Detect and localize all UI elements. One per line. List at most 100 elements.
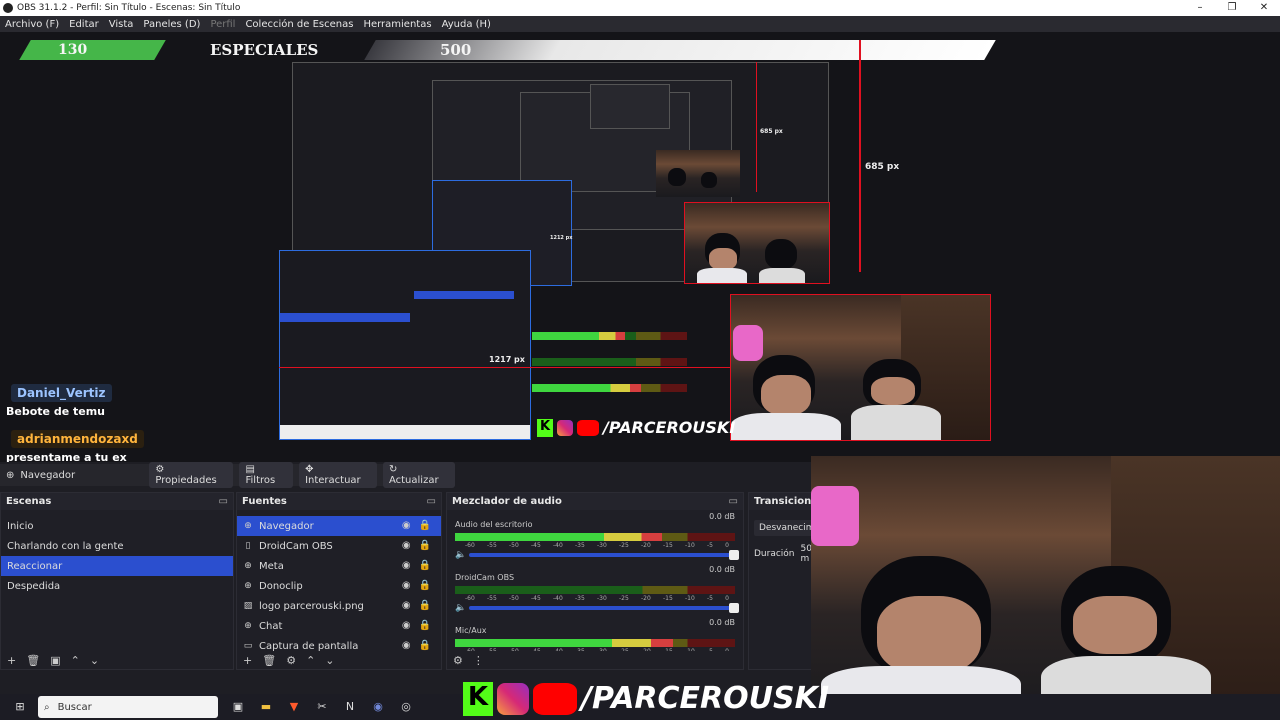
volume-slider[interactable] — [469, 550, 739, 560]
measure-label-width: 1217 px — [489, 355, 525, 364]
mixer-dock-title: Mezclador de audio ▭ — [447, 493, 743, 510]
meter-tick-label: -30 — [597, 595, 607, 602]
globe-icon: ⊕ — [244, 561, 252, 571]
menu-editar[interactable]: Editar — [64, 19, 104, 30]
meter-tick-label: -60 — [465, 542, 475, 549]
source-item-donoclip[interactable]: ⊕ Donoclip ◉ 🔒 — [237, 576, 441, 596]
menu-ayuda[interactable]: Ayuda (H) — [437, 19, 496, 30]
nested-selected-source — [414, 291, 514, 299]
lock-icon[interactable]: 🔒 — [419, 540, 431, 551]
remove-source-icon[interactable]: 🗑 — [262, 654, 276, 667]
mixer-menu-icon[interactable]: ⋮ — [473, 654, 484, 667]
transition-select[interactable]: Desvanecimie — [754, 520, 811, 536]
add-scene-icon[interactable]: + — [7, 654, 16, 667]
eye-icon[interactable]: ◉ — [402, 620, 411, 631]
source-item-droidcam[interactable]: ▯ DroidCam OBS ◉ 🔒 — [237, 536, 441, 556]
properties-button[interactable]: ⚙ Propiedades — [149, 462, 234, 488]
move-down-icon[interactable]: ⌄ — [325, 654, 334, 667]
obs-taskbar-icon[interactable]: ◎ — [398, 699, 414, 715]
lock-icon[interactable]: 🔒 — [419, 640, 431, 651]
eye-icon[interactable]: ◉ — [402, 540, 411, 551]
menu-paneles[interactable]: Paneles (D) — [138, 19, 205, 30]
meter-tick-label: 0 — [725, 542, 729, 549]
undock-icon[interactable]: ▭ — [427, 496, 436, 507]
measure-label-width-nested: 1212 px — [550, 235, 573, 241]
undock-icon[interactable]: ▭ — [219, 496, 228, 507]
close-button[interactable]: ✕ — [1248, 0, 1280, 16]
scene-item-reaccionar[interactable]: Reaccionar — [1, 556, 233, 576]
windows-start-icon[interactable]: ⊞ — [12, 699, 28, 715]
monitor-icon: ▭ — [243, 641, 253, 651]
eye-icon[interactable]: ◉ — [402, 560, 411, 571]
measure-line-horizontal — [279, 367, 731, 368]
lock-icon[interactable]: 🔒 — [419, 600, 431, 611]
scene-item-inicio[interactable]: Inicio — [1, 516, 233, 536]
youtube-icon — [533, 682, 577, 715]
properties-label: Propiedades — [155, 475, 217, 486]
menu-coleccion-escenas[interactable]: Colección de Escenas — [240, 19, 358, 30]
notion-icon[interactable]: N — [342, 699, 358, 715]
filters-button[interactable]: ▤ Filtros — [239, 462, 294, 488]
eye-icon[interactable]: ◉ — [402, 600, 411, 611]
sources-dock: Fuentes ▭ ⊕ Navegador ◉ 🔒 ▯ DroidCam OBS ◉ 🔒 ⊕ M… — [236, 492, 442, 670]
lock-icon[interactable]: 🔒 — [419, 560, 431, 571]
instagram-icon — [497, 682, 529, 715]
menu-archivo[interactable]: Archivo (F) — [0, 19, 64, 30]
source-item-navegador[interactable]: ⊕ Navegador ◉ 🔒 — [237, 516, 441, 536]
file-explorer-icon[interactable]: ▬ — [258, 699, 274, 715]
menu-perfil[interactable]: Perfil — [205, 19, 240, 30]
meter-tick-label: -35 — [575, 595, 585, 602]
score-green-bar — [19, 40, 166, 60]
move-down-icon[interactable]: ⌄ — [90, 654, 99, 667]
meter-tick-label: -20 — [641, 542, 651, 549]
mixer-channel-droidcam: DroidCam OBS 0.0 dB -60 -55 -50 -45 -40 -35 -3… — [447, 563, 743, 616]
webcam-feed[interactable] — [730, 294, 991, 441]
move-up-icon[interactable]: ⌃ — [306, 654, 315, 667]
chat-overlay: Daniel_Vertiz Bebote de temu adrianmendo… — [0, 382, 455, 462]
menu-vista[interactable]: Vista — [104, 19, 139, 30]
audio-mixer-dock: Mezclador de audio ▭ Audio del escritorio… — [446, 492, 744, 670]
lock-icon[interactable]: 🔒 — [419, 520, 431, 531]
lock-icon[interactable]: 🔒 — [419, 620, 431, 631]
capcut-icon[interactable]: ✂ — [314, 699, 330, 715]
social-handle: /PARCEROUSKI — [581, 681, 829, 716]
meter-tick-label: -55 — [487, 542, 497, 549]
add-source-icon[interactable]: + — [243, 654, 252, 667]
meter-tick-label: -45 — [531, 595, 541, 602]
source-settings-icon[interactable]: ⚙ — [286, 654, 296, 667]
meter-tick-label: -55 — [487, 595, 497, 602]
refresh-button[interactable]: ↻ Actualizar — [382, 462, 455, 488]
meter-tick-label: -50 — [509, 595, 519, 602]
speaker-icon[interactable]: 🔈 — [455, 550, 466, 560]
interact-button[interactable]: ✥ Interactuar — [299, 462, 377, 488]
selected-source: ⊕ Navegador — [6, 470, 143, 481]
discord-icon[interactable]: ◉ — [370, 699, 386, 715]
remove-scene-icon[interactable]: 🗑 — [26, 654, 40, 667]
move-up-icon[interactable]: ⌃ — [71, 654, 80, 667]
source-item-chat[interactable]: ⊕ Chat ◉ 🔒 — [237, 616, 441, 636]
volume-slider[interactable] — [469, 603, 739, 613]
lock-icon[interactable]: 🔒 — [419, 580, 431, 591]
transitions-dock: Transiciones Desvanecimie Duración50 m — [748, 492, 812, 670]
menu-herramientas[interactable]: Herramientas — [358, 19, 436, 30]
scene-item-charlando[interactable]: Charlando con la gente — [1, 536, 233, 556]
scene-item-despedida[interactable]: Despedida — [1, 576, 233, 596]
eye-icon[interactable]: ◉ — [402, 640, 411, 651]
source-item-logo[interactable]: ▨ logo parcerouski.png ◉ 🔒 — [237, 596, 441, 616]
eye-icon[interactable]: ◉ — [402, 580, 411, 591]
measure-label-main: 685 px — [865, 162, 900, 172]
selected-source-name: Navegador — [20, 469, 76, 481]
minimize-button[interactable]: – — [1184, 0, 1216, 16]
source-item-meta[interactable]: ⊕ Meta ◉ 🔒 — [237, 556, 441, 576]
brave-browser-icon[interactable]: ▼ — [286, 699, 302, 715]
eye-icon[interactable]: ◉ — [402, 520, 411, 531]
globe-icon: ⊕ — [244, 621, 252, 631]
taskbar-search[interactable]: ⌕ Buscar — [38, 696, 218, 718]
task-view-icon[interactable]: ▣ — [230, 699, 246, 715]
undock-icon[interactable]: ▭ — [729, 496, 738, 507]
mixer-settings-icon[interactable]: ⚙ — [453, 654, 463, 667]
scene-filters-icon[interactable]: ▣ — [50, 654, 60, 667]
speaker-icon[interactable]: 🔈 — [455, 603, 466, 613]
stream-preview[interactable]: 130 ESPECIALES 500 685 px 685 px 1217 px… — [0, 32, 1280, 462]
maximize-button[interactable]: ❐ — [1216, 0, 1248, 16]
